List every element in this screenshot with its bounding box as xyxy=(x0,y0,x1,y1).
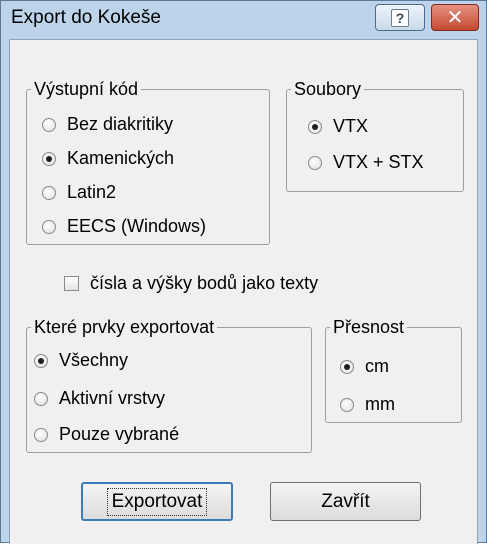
radio-pouze-vybrane[interactable]: Pouze vybrané xyxy=(34,424,179,445)
checkbox-cisla-vysky[interactable]: čísla a výšky bodů jako texty xyxy=(64,273,318,294)
close-button[interactable]: Zavřít xyxy=(270,482,421,521)
close-icon: ✕ xyxy=(446,6,464,29)
radio-mm[interactable]: mm xyxy=(340,394,395,415)
help-button[interactable]: ? xyxy=(375,4,425,31)
export-dialog: Export do Kokeše ? ✕ Výstupní kód Bez di… xyxy=(0,0,487,544)
radio-button-icon xyxy=(308,119,322,134)
vystupni-kod-legend: Výstupní kód xyxy=(34,79,139,99)
presnost-legend: Přesnost xyxy=(333,317,405,337)
radio-label: Všechny xyxy=(59,350,129,370)
export-button[interactable]: Exportovat xyxy=(81,482,233,521)
radio-label: VTX xyxy=(333,116,369,136)
radio-aktivni-vrstvy[interactable]: Aktivní vrstvy xyxy=(34,388,165,409)
radio-button-icon xyxy=(308,155,322,170)
radio-kamenickych[interactable]: Kamenických xyxy=(42,148,174,169)
radio-button-icon xyxy=(42,219,56,234)
radio-label: Kamenických xyxy=(67,148,175,168)
radio-vtx[interactable]: VTX xyxy=(308,116,368,137)
radio-label: Bez diakritiky xyxy=(67,114,174,134)
close-window-button[interactable]: ✕ xyxy=(431,4,479,31)
radio-label: cm xyxy=(365,356,389,376)
radio-button-icon xyxy=(42,117,56,132)
checkbox-label: čísla a výšky bodů jako texty xyxy=(90,273,319,293)
help-icon: ? xyxy=(391,8,409,27)
radio-button-icon xyxy=(34,353,48,368)
radio-label: EECS (Windows) xyxy=(67,216,207,236)
radio-vtx-stx[interactable]: VTX + STX xyxy=(308,152,424,173)
radio-cm[interactable]: cm xyxy=(340,356,389,377)
radio-label: Latin2 xyxy=(67,182,117,202)
radio-label: Pouze vybrané xyxy=(59,424,180,444)
export-button-label: Exportovat xyxy=(106,487,208,516)
radio-label: Aktivní vrstvy xyxy=(59,388,166,408)
close-button-label: Zavřít xyxy=(321,490,370,512)
dialog-client-area: Výstupní kód Bez diakritiky Kamenických … xyxy=(9,39,478,544)
radio-button-icon xyxy=(34,427,48,442)
radio-bez-diakritiky[interactable]: Bez diakritiky xyxy=(42,114,173,135)
radio-label: mm xyxy=(365,394,395,414)
checkbox-icon xyxy=(64,276,79,291)
radio-vsechny[interactable]: Všechny xyxy=(34,350,128,371)
radio-label: VTX + STX xyxy=(333,152,424,172)
radio-button-icon xyxy=(42,151,56,166)
window-title: Export do Kokeše xyxy=(11,7,161,28)
radio-button-icon xyxy=(340,397,354,412)
soubory-legend: Soubory xyxy=(294,79,362,99)
prvky-legend: Které prvky exportovat xyxy=(34,317,215,337)
radio-eecs-windows[interactable]: EECS (Windows) xyxy=(42,216,206,237)
radio-latin2[interactable]: Latin2 xyxy=(42,182,116,203)
radio-button-icon xyxy=(34,391,48,406)
radio-button-icon xyxy=(42,185,56,200)
radio-button-icon xyxy=(340,359,354,374)
title-bar[interactable]: Export do Kokeše ? ✕ xyxy=(1,1,486,39)
